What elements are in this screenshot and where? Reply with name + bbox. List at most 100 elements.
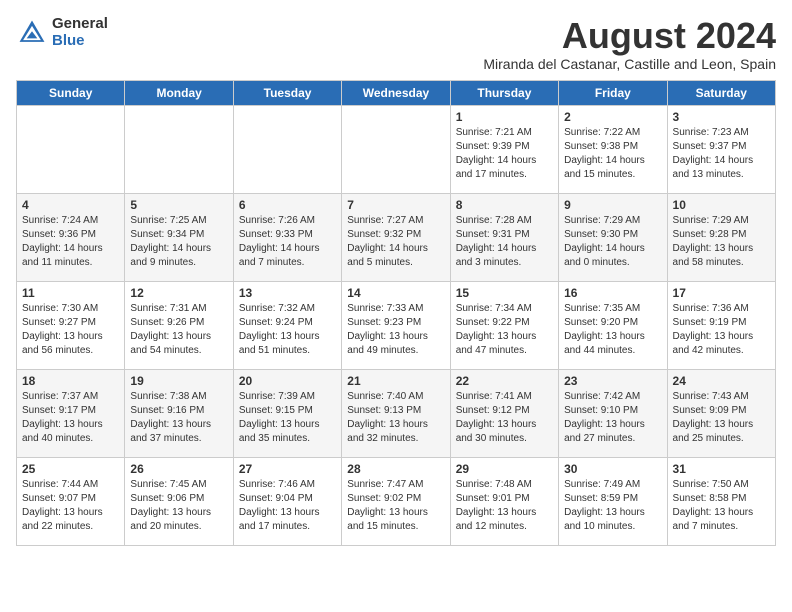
day-number: 29 <box>456 462 553 476</box>
calendar-cell: 26Sunrise: 7:45 AM Sunset: 9:06 PM Dayli… <box>125 457 233 545</box>
day-info: Sunrise: 7:29 AM Sunset: 9:30 PM Dayligh… <box>564 214 661 270</box>
day-info: Sunrise: 7:24 AM Sunset: 9:36 PM Dayligh… <box>22 214 119 270</box>
calendar-cell: 23Sunrise: 7:42 AM Sunset: 9:10 PM Dayli… <box>559 369 667 457</box>
calendar-cell: 16 Sunrise: 7:35 AM Sunset: 9:20 PM Dayli… <box>559 281 667 369</box>
day-info: Sunrise: 7:40 AM Sunset: 9:13 PM Dayligh… <box>347 390 444 446</box>
day-info: Sunrise: 7:23 AM Sunset: 9:37 PM Dayligh… <box>673 126 770 182</box>
logo: General Blue <box>16 16 108 49</box>
day-number: 14 <box>347 286 444 300</box>
week-row-0: 1 Sunrise: 7:21 AM Sunset: 9:39 PM Daylig… <box>17 105 776 193</box>
day-number: 13 <box>239 286 336 300</box>
week-row-1: 4 Sunrise: 7:24 AM Sunset: 9:36 PM Daylig… <box>17 193 776 281</box>
column-header-wednesday: Wednesday <box>342 80 450 105</box>
day-number: 31 <box>673 462 770 476</box>
day-number: 19 <box>130 374 227 388</box>
logo-blue: Blue <box>52 33 108 50</box>
week-row-4: 25Sunrise: 7:44 AM Sunset: 9:07 PM Dayli… <box>17 457 776 545</box>
calendar-cell: 14 Sunrise: 7:33 AM Sunset: 9:23 PM Dayli… <box>342 281 450 369</box>
calendar-cell: 10 Sunrise: 7:29 AM Sunset: 9:28 PM Dayli… <box>667 193 775 281</box>
day-info: Sunrise: 7:37 AM Sunset: 9:17 PM Dayligh… <box>22 390 119 446</box>
calendar-body: 1 Sunrise: 7:21 AM Sunset: 9:39 PM Daylig… <box>17 105 776 545</box>
day-info: Sunrise: 7:47 AM Sunset: 9:02 PM Dayligh… <box>347 478 444 534</box>
calendar-cell <box>342 105 450 193</box>
calendar-cell <box>233 105 341 193</box>
day-info: Sunrise: 7:32 AM Sunset: 9:24 PM Dayligh… <box>239 302 336 358</box>
day-info: Sunrise: 7:28 AM Sunset: 9:31 PM Dayligh… <box>456 214 553 270</box>
header-row: SundayMondayTuesdayWednesdayThursdayFrid… <box>17 80 776 105</box>
day-info: Sunrise: 7:29 AM Sunset: 9:28 PM Dayligh… <box>673 214 770 270</box>
month-year: August 2024 <box>483 16 776 56</box>
column-header-friday: Friday <box>559 80 667 105</box>
column-header-sunday: Sunday <box>17 80 125 105</box>
calendar-cell: 18 Sunrise: 7:37 AM Sunset: 9:17 PM Dayli… <box>17 369 125 457</box>
day-info: Sunrise: 7:39 AM Sunset: 9:15 PM Dayligh… <box>239 390 336 446</box>
calendar-cell: 2 Sunrise: 7:22 AM Sunset: 9:38 PM Daylig… <box>559 105 667 193</box>
calendar-cell: 15Sunrise: 7:34 AM Sunset: 9:22 PM Dayli… <box>450 281 558 369</box>
calendar-cell: 27 Sunrise: 7:46 AM Sunset: 9:04 PM Dayli… <box>233 457 341 545</box>
calendar-table: SundayMondayTuesdayWednesdayThursdayFrid… <box>16 80 776 546</box>
calendar-cell: 20 Sunrise: 7:39 AM Sunset: 9:15 PM Dayli… <box>233 369 341 457</box>
calendar-header: SundayMondayTuesdayWednesdayThursdayFrid… <box>17 80 776 105</box>
calendar-cell: 4 Sunrise: 7:24 AM Sunset: 9:36 PM Daylig… <box>17 193 125 281</box>
day-info: Sunrise: 7:35 AM Sunset: 9:20 PM Dayligh… <box>564 302 661 358</box>
calendar-cell: 12Sunrise: 7:31 AM Sunset: 9:26 PM Dayli… <box>125 281 233 369</box>
day-info: Sunrise: 7:48 AM Sunset: 9:01 PM Dayligh… <box>456 478 553 534</box>
calendar-cell: 25Sunrise: 7:44 AM Sunset: 9:07 PM Dayli… <box>17 457 125 545</box>
day-info: Sunrise: 7:33 AM Sunset: 9:23 PM Dayligh… <box>347 302 444 358</box>
column-header-monday: Monday <box>125 80 233 105</box>
day-number: 1 <box>456 110 553 124</box>
day-number: 17 <box>673 286 770 300</box>
calendar-cell: 1 Sunrise: 7:21 AM Sunset: 9:39 PM Daylig… <box>450 105 558 193</box>
calendar-cell: 13 Sunrise: 7:32 AM Sunset: 9:24 PM Dayli… <box>233 281 341 369</box>
day-number: 6 <box>239 198 336 212</box>
day-info: Sunrise: 7:21 AM Sunset: 9:39 PM Dayligh… <box>456 126 553 182</box>
day-number: 24 <box>673 374 770 388</box>
day-number: 16 <box>564 286 661 300</box>
day-info: Sunrise: 7:25 AM Sunset: 9:34 PM Dayligh… <box>130 214 227 270</box>
day-number: 7 <box>347 198 444 212</box>
calendar-cell: 11 Sunrise: 7:30 AM Sunset: 9:27 PM Dayli… <box>17 281 125 369</box>
calendar-cell: 5Sunrise: 7:25 AM Sunset: 9:34 PM Daylig… <box>125 193 233 281</box>
calendar-cell: 28Sunrise: 7:47 AM Sunset: 9:02 PM Dayli… <box>342 457 450 545</box>
day-info: Sunrise: 7:36 AM Sunset: 9:19 PM Dayligh… <box>673 302 770 358</box>
logo-icon <box>16 17 48 49</box>
calendar-cell: 17 Sunrise: 7:36 AM Sunset: 9:19 PM Dayli… <box>667 281 775 369</box>
day-number: 23 <box>564 374 661 388</box>
day-info: Sunrise: 7:27 AM Sunset: 9:32 PM Dayligh… <box>347 214 444 270</box>
location: Miranda del Castanar, Castille and Leon,… <box>483 56 776 72</box>
day-number: 25 <box>22 462 119 476</box>
day-number: 12 <box>130 286 227 300</box>
calendar-cell: 21 Sunrise: 7:40 AM Sunset: 9:13 PM Dayli… <box>342 369 450 457</box>
day-number: 3 <box>673 110 770 124</box>
day-number: 2 <box>564 110 661 124</box>
column-header-saturday: Saturday <box>667 80 775 105</box>
day-number: 20 <box>239 374 336 388</box>
day-number: 18 <box>22 374 119 388</box>
day-number: 11 <box>22 286 119 300</box>
day-info: Sunrise: 7:41 AM Sunset: 9:12 PM Dayligh… <box>456 390 553 446</box>
title-block: August 2024 Miranda del Castanar, Castil… <box>483 16 776 72</box>
calendar-cell: 8Sunrise: 7:28 AM Sunset: 9:31 PM Daylig… <box>450 193 558 281</box>
column-header-tuesday: Tuesday <box>233 80 341 105</box>
day-number: 27 <box>239 462 336 476</box>
day-number: 4 <box>22 198 119 212</box>
calendar-cell: 30 Sunrise: 7:49 AM Sunset: 8:59 PM Dayli… <box>559 457 667 545</box>
day-info: Sunrise: 7:22 AM Sunset: 9:38 PM Dayligh… <box>564 126 661 182</box>
day-info: Sunrise: 7:30 AM Sunset: 9:27 PM Dayligh… <box>22 302 119 358</box>
day-info: Sunrise: 7:34 AM Sunset: 9:22 PM Dayligh… <box>456 302 553 358</box>
day-number: 10 <box>673 198 770 212</box>
day-info: Sunrise: 7:43 AM Sunset: 9:09 PM Dayligh… <box>673 390 770 446</box>
day-number: 9 <box>564 198 661 212</box>
day-number: 21 <box>347 374 444 388</box>
day-number: 30 <box>564 462 661 476</box>
page-header: General Blue August 2024 Miranda del Cas… <box>16 16 776 72</box>
calendar-cell <box>125 105 233 193</box>
day-info: Sunrise: 7:46 AM Sunset: 9:04 PM Dayligh… <box>239 478 336 534</box>
calendar-cell: 24 Sunrise: 7:43 AM Sunset: 9:09 PM Dayli… <box>667 369 775 457</box>
day-info: Sunrise: 7:49 AM Sunset: 8:59 PM Dayligh… <box>564 478 661 534</box>
day-number: 22 <box>456 374 553 388</box>
day-info: Sunrise: 7:26 AM Sunset: 9:33 PM Dayligh… <box>239 214 336 270</box>
logo-general: General <box>52 16 108 33</box>
logo-text: General Blue <box>52 16 108 49</box>
calendar-cell: 9 Sunrise: 7:29 AM Sunset: 9:30 PM Daylig… <box>559 193 667 281</box>
